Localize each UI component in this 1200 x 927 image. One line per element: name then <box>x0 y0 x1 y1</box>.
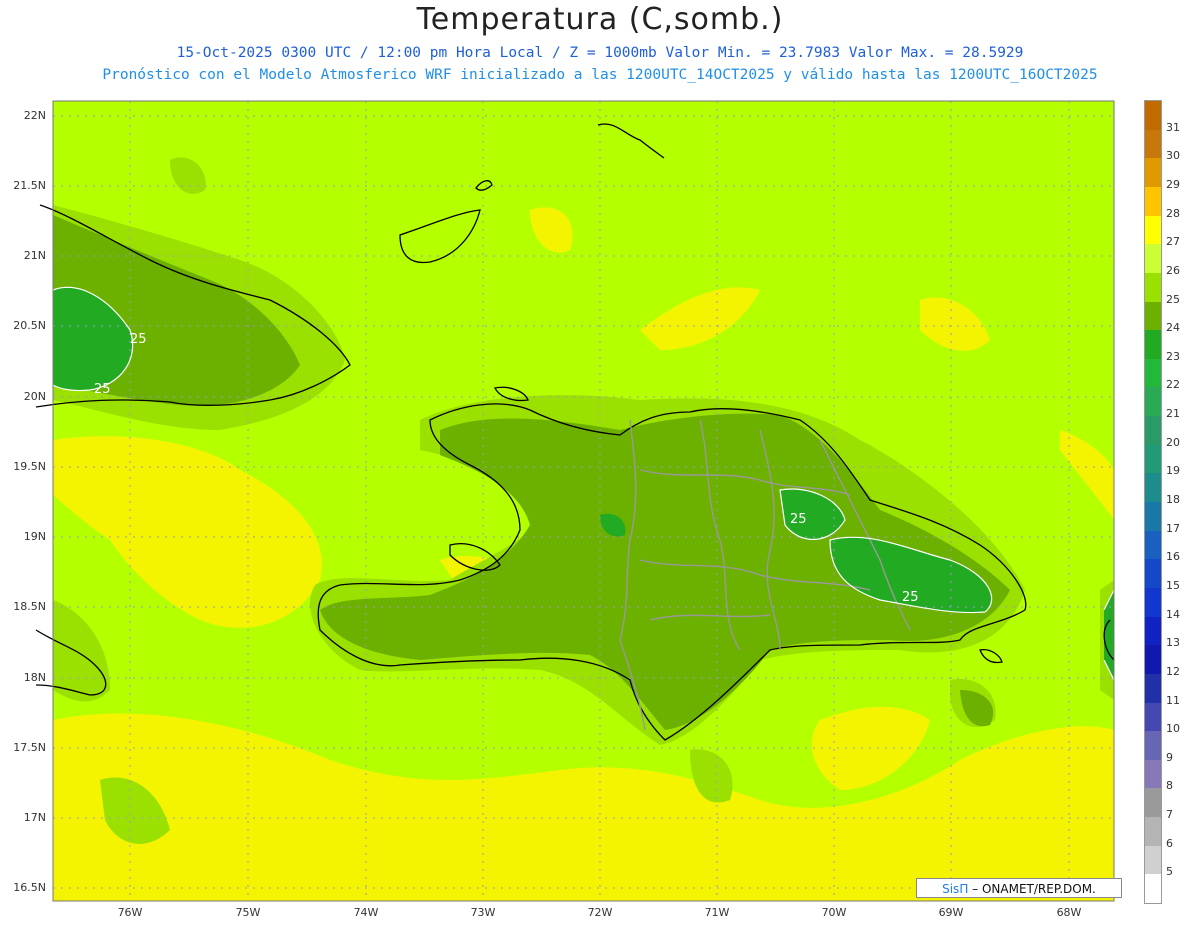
lat-label: 21N <box>23 249 46 262</box>
color-scale-label: 9 <box>1166 750 1173 764</box>
lat-label: 17.5N <box>13 741 46 754</box>
color-scale-label: 20 <box>1166 435 1180 449</box>
contour-label: 25 <box>902 590 919 605</box>
lat-label: 19N <box>23 530 46 543</box>
color-scale-label: 24 <box>1166 321 1180 335</box>
color-scale-bar <box>1144 100 1162 904</box>
lat-label: 21.5N <box>13 179 46 192</box>
color-scale-cell <box>1145 158 1161 188</box>
color-scale-cell <box>1145 731 1161 761</box>
color-scale-cell <box>1145 502 1161 532</box>
color-scale-label: 14 <box>1166 607 1180 621</box>
color-scale-label: 7 <box>1166 808 1173 822</box>
color-scale-cell <box>1145 616 1161 646</box>
color-scale-cell <box>1145 301 1161 331</box>
color-scale-label: 22 <box>1166 378 1180 392</box>
credit-text: – ONAMET/REP.DOM. <box>968 882 1096 896</box>
lon-label: 74W <box>353 906 379 919</box>
color-scale-label: 28 <box>1166 206 1180 220</box>
color-scale-cell <box>1145 330 1161 360</box>
color-scale-label: 23 <box>1166 349 1180 363</box>
color-scale-cell <box>1145 817 1161 847</box>
lat-label: 16.5N <box>13 881 46 894</box>
credit-brand: SisΠ <box>942 882 969 896</box>
color-scale-label: 17 <box>1166 521 1180 535</box>
color-scale-cell <box>1145 416 1161 446</box>
lat-label: 18.5N <box>13 600 46 613</box>
color-scale-cell <box>1145 387 1161 417</box>
color-scale-label: 30 <box>1166 149 1180 163</box>
lon-label: 72W <box>587 906 613 919</box>
lat-label: 17N <box>23 811 46 824</box>
lon-label: 68W <box>1056 906 1082 919</box>
color-scale-cell <box>1145 186 1161 217</box>
color-scale-label: 8 <box>1166 779 1173 793</box>
color-scale-label: 11 <box>1166 693 1180 707</box>
color-scale-label: 26 <box>1166 263 1180 277</box>
color-scale-cell <box>1145 444 1161 474</box>
lon-label: 73W <box>470 906 496 919</box>
color-scale-cell <box>1145 129 1161 159</box>
color-scale-label: 29 <box>1166 177 1180 191</box>
color-scale-cell <box>1145 215 1161 245</box>
color-scale-label: 16 <box>1166 550 1180 564</box>
color-scale-cell <box>1145 358 1161 388</box>
contour-label: 25 <box>790 512 807 527</box>
contour-label: 25 <box>130 332 147 347</box>
color-scale-label: 12 <box>1166 664 1180 678</box>
lon-label: 69W <box>938 906 964 919</box>
color-scale-cell <box>1145 587 1161 618</box>
lat-label: 20N <box>23 390 46 403</box>
color-scale-label: 6 <box>1166 836 1173 850</box>
color-scale-cell <box>1145 244 1161 274</box>
color-scale-cell <box>1145 473 1161 503</box>
color-scale-cell <box>1145 645 1161 675</box>
color-scale-label: 25 <box>1166 292 1180 306</box>
color-scale-label: 31 <box>1166 120 1180 134</box>
color-scale-cell <box>1145 702 1161 732</box>
color-scale-label: 10 <box>1166 722 1180 736</box>
color-scale-label: 19 <box>1166 464 1180 478</box>
lat-label: 22N <box>23 109 46 122</box>
color-scale-label: 21 <box>1166 407 1180 421</box>
color-scale-cell <box>1145 272 1161 302</box>
color-scale-cell <box>1145 101 1161 130</box>
color-scale-label: 15 <box>1166 578 1180 592</box>
lon-label: 70W <box>821 906 847 919</box>
temperature-map <box>35 100 1115 902</box>
color-scale-label: 18 <box>1166 493 1180 506</box>
color-scale-cell <box>1145 845 1161 875</box>
color-scale-cell <box>1145 759 1161 789</box>
color-scale-cell <box>1145 874 1161 904</box>
lat-label: 19.5N <box>13 460 46 473</box>
color-scale-cell <box>1145 530 1161 560</box>
lon-label: 75W <box>235 906 261 919</box>
lon-label: 76W <box>117 906 143 919</box>
lon-label: 71W <box>704 906 730 919</box>
color-scale-label: 27 <box>1166 235 1180 249</box>
color-scale-label: 13 <box>1166 636 1180 650</box>
credit-box: SisΠ – ONAMET/REP.DOM. <box>916 878 1122 898</box>
lat-label: 20.5N <box>13 319 46 332</box>
color-scale-cell <box>1145 673 1161 703</box>
color-scale-label: 5 <box>1166 865 1173 879</box>
contour-label: 25 <box>94 382 111 397</box>
lat-label: 18N <box>23 671 46 684</box>
color-scale-cell <box>1145 788 1161 818</box>
color-scale-cell <box>1145 559 1161 589</box>
